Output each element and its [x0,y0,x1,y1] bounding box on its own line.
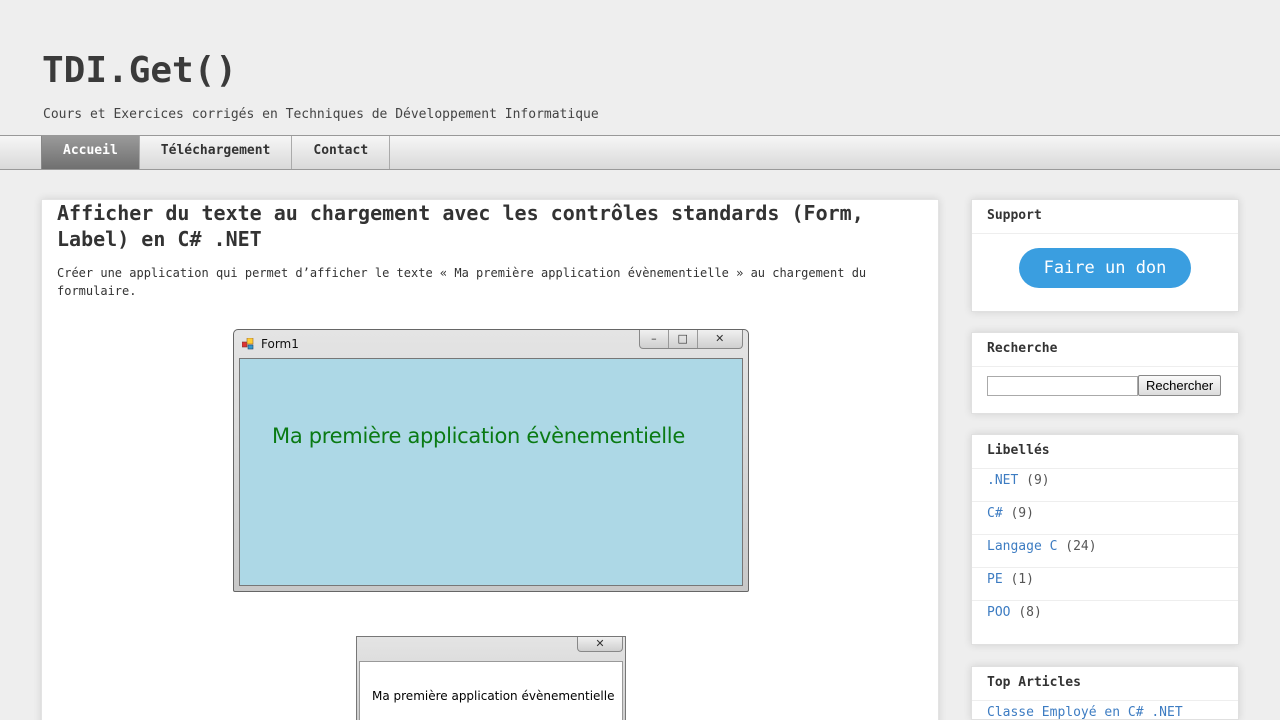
list-item: POO (8) [972,601,1238,634]
form-window-title: Form1 [261,337,299,351]
list-item: C# (9) [972,502,1238,535]
message-box-client: Ma première application évènementielle [359,661,623,720]
main-nav: Accueil Téléchargement Contact [0,135,1280,170]
top-article-link[interactable]: Classe Employé en C# .NET [972,701,1238,720]
label-link[interactable]: Langage C [987,539,1057,554]
form-label: Ma première application évènementielle [272,424,685,448]
support-title: Support [972,200,1238,234]
message-box-screenshot: ✕ Ma première application évènementielle [356,636,626,720]
support-widget: Support Faire un don [971,199,1239,312]
nav-item-accueil[interactable]: Accueil [41,136,140,169]
label-count: (9) [1026,473,1050,488]
top-articles-widget: Top Articles Classe Employé en C# .NET [971,666,1239,720]
form-window-screenshot: Form1 – □ ✕ Ma première application évèn… [233,329,749,592]
donate-button[interactable]: Faire un don [1019,248,1191,288]
search-button[interactable]: Rechercher [1138,375,1222,396]
search-title: Recherche [972,333,1238,367]
labels-title: Libellés [972,435,1238,469]
message-box-text: Ma première application évènementielle [372,689,615,703]
nav-item-telechargement[interactable]: Téléchargement [140,136,293,169]
search-input[interactable] [987,375,1138,396]
form-app-icon [242,338,254,350]
label-link[interactable]: PE [987,572,1003,587]
maximize-icon: □ [669,330,698,348]
close-icon: ✕ [715,332,725,345]
label-link[interactable]: C# [987,506,1003,521]
label-count: (24) [1065,539,1097,554]
minimize-icon: – [640,330,669,348]
search-widget: Recherche Rechercher [971,332,1239,414]
post-card: Afficher du texte au chargement avec les… [41,199,939,720]
labels-widget: Libellés .NET (9) C# (9) Langage C (24) … [971,434,1239,645]
label-link[interactable]: POO [987,605,1010,620]
label-count: (1) [1010,572,1034,587]
list-item: PE (1) [972,568,1238,601]
label-link[interactable]: .NET [987,473,1018,488]
label-count: (9) [1010,506,1034,521]
close-icon: ✕ [577,637,623,652]
blog-description: Cours et Exercices corrigés en Technique… [43,107,599,122]
top-articles-title: Top Articles [972,667,1238,701]
post-body: Créer une application qui permet d’affic… [57,266,867,298]
post-title[interactable]: Afficher du texte au chargement avec les… [57,200,917,252]
list-item: Langage C (24) [972,535,1238,568]
blog-title[interactable]: TDI.Get() [42,50,237,91]
nav-item-contact[interactable]: Contact [292,136,391,169]
label-count: (8) [1018,605,1042,620]
form-client-area: Ma première application évènementielle [239,358,743,586]
window-controls: – □ ✕ [639,330,743,349]
list-item: .NET (9) [972,469,1238,502]
